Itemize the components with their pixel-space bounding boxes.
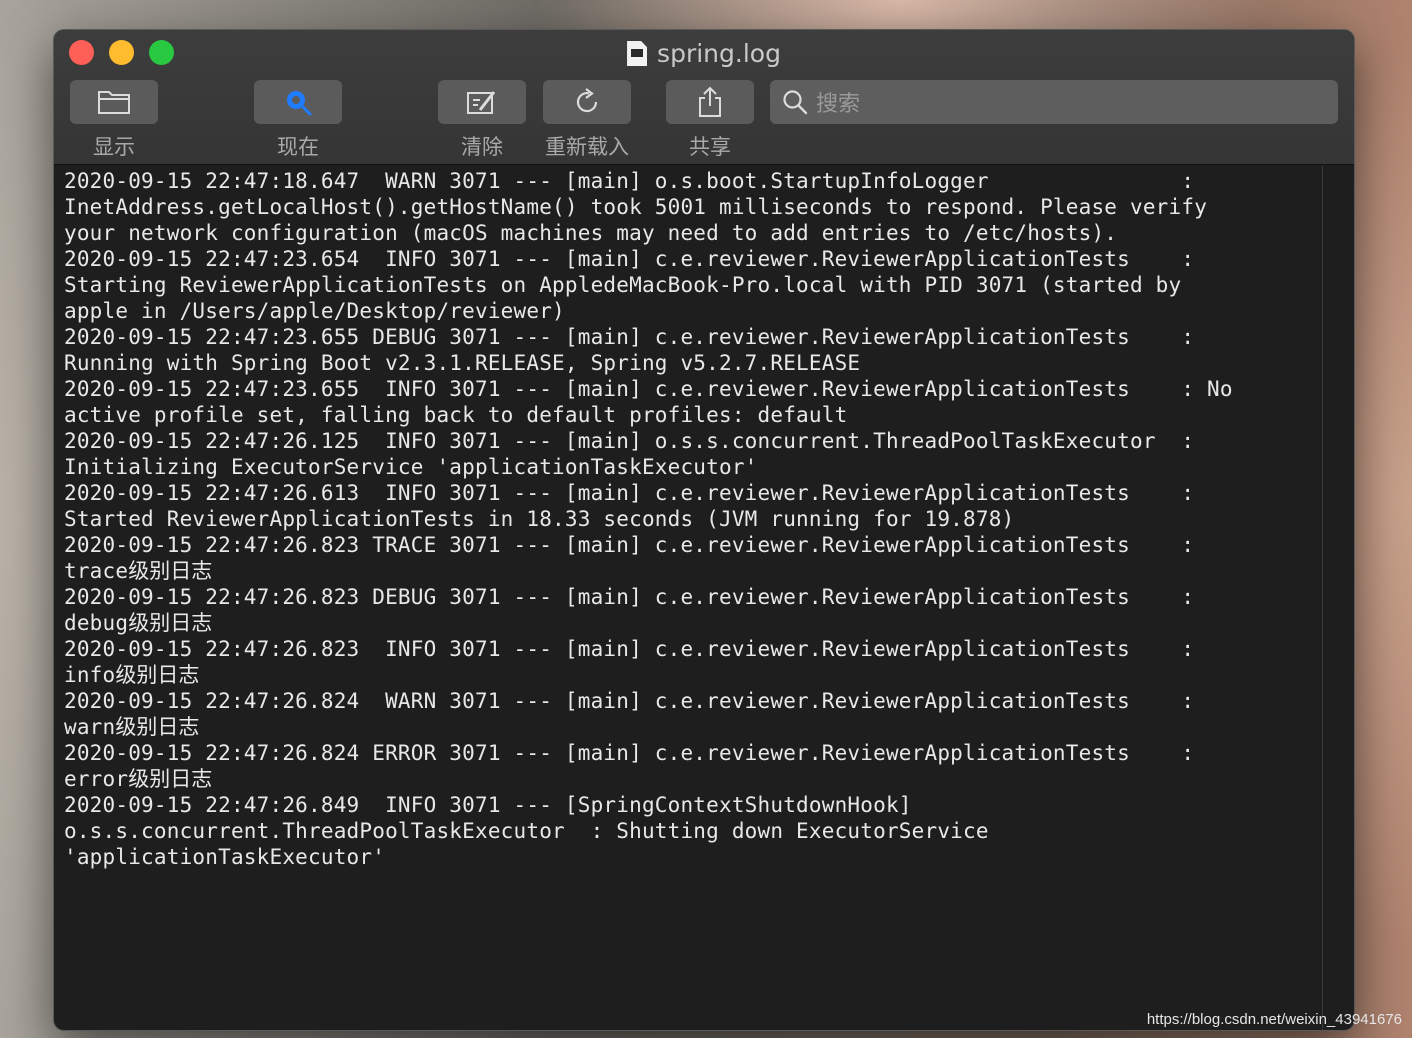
search-field[interactable]: 搜索 [770, 80, 1338, 124]
log-line: Running with Spring Boot v2.3.1.RELEASE,… [64, 351, 861, 375]
log-line: 2020-09-15 22:47:26.613 INFO 3071 --- [m… [64, 481, 1195, 505]
show-button[interactable] [70, 80, 158, 124]
share-tool: 共享 [666, 80, 754, 161]
clear-label: 清除 [461, 135, 503, 159]
log-text-area[interactable]: 2020-09-15 22:47:18.647 WARN 3071 --- [m… [64, 168, 1319, 870]
document-icon [627, 41, 648, 66]
clear-log-icon [467, 91, 496, 114]
watermark: https://blog.csdn.net/weixin_43941676 [1146, 1011, 1402, 1028]
now-tool: 现在 [254, 80, 342, 161]
folder-icon [98, 91, 130, 114]
reload-icon [576, 88, 598, 113]
search-icon [783, 90, 808, 115]
log-line: error级别日志 [64, 767, 213, 791]
log-line: Started ReviewerApplicationTests in 18.3… [64, 507, 1015, 531]
share-icon [699, 86, 721, 117]
show-label: 显示 [93, 135, 135, 159]
log-line: 'applicationTaskExecutor' [64, 845, 386, 869]
log-line: 2020-09-15 22:47:26.824 ERROR 3071 --- [… [64, 741, 1195, 765]
log-line: 2020-09-15 22:47:26.823 TRACE 3071 --- [… [64, 533, 1195, 557]
log-line: o.s.s.concurrent.ThreadPoolTaskExecutor … [64, 819, 989, 843]
log-line: 2020-09-15 22:47:26.824 WARN 3071 --- [m… [64, 689, 1195, 713]
clear-button[interactable] [438, 80, 526, 124]
console-window: spring.log 显示 现在 清除 重新载入 共享 搜索 2020-09-1… [54, 30, 1354, 1030]
log-line: 2020-09-15 22:47:26.849 INFO 3071 --- [S… [64, 793, 912, 817]
log-line: Initializing ExecutorService 'applicatio… [64, 455, 758, 479]
window-title: spring.log [54, 36, 1354, 72]
now-label: 现在 [277, 135, 319, 159]
reload-button[interactable] [543, 80, 631, 124]
search-placeholder: 搜索 [816, 92, 861, 117]
log-line: active profile set, falling back to defa… [64, 403, 848, 427]
log-line: 2020-09-15 22:47:23.655 INFO 3071 --- [m… [64, 377, 1233, 401]
share-label: 共享 [689, 135, 731, 159]
clear-tool: 清除 [438, 80, 526, 161]
magnify-now-icon [287, 91, 312, 116]
reload-tool: 重新载入 [543, 80, 631, 161]
log-line: 2020-09-15 22:47:18.647 WARN 3071 --- [m… [64, 169, 1195, 193]
share-button[interactable] [666, 80, 754, 124]
log-line: 2020-09-15 22:47:26.125 INFO 3071 --- [m… [64, 429, 1195, 453]
log-line: 2020-09-15 22:47:26.823 DEBUG 3071 --- [… [64, 585, 1195, 609]
now-button[interactable] [254, 80, 342, 124]
show-tool: 显示 [70, 80, 158, 161]
log-line: warn级别日志 [64, 715, 200, 739]
log-line: trace级别日志 [64, 559, 213, 583]
log-line: debug级别日志 [64, 611, 213, 635]
log-line: info级别日志 [64, 663, 200, 687]
log-line: 2020-09-15 22:47:23.654 INFO 3071 --- [m… [64, 247, 1195, 271]
log-scrollbar[interactable] [1322, 166, 1323, 1030]
log-line: InetAddress.getLocalHost().getHostName()… [64, 195, 1208, 219]
log-line: Starting ReviewerApplicationTests on App… [64, 273, 1182, 297]
window-title-text: spring.log [657, 39, 781, 68]
reload-label: 重新载入 [545, 135, 629, 159]
log-line: your network configuration (macOS machin… [64, 221, 1118, 245]
titlebar: spring.log 显示 现在 清除 重新载入 共享 搜索 [54, 30, 1354, 165]
log-line: 2020-09-15 22:47:23.655 DEBUG 3071 --- [… [64, 325, 1195, 349]
log-line: 2020-09-15 22:47:26.823 INFO 3071 --- [m… [64, 637, 1195, 661]
log-line: apple in /Users/apple/Desktop/reviewer) [64, 299, 565, 323]
